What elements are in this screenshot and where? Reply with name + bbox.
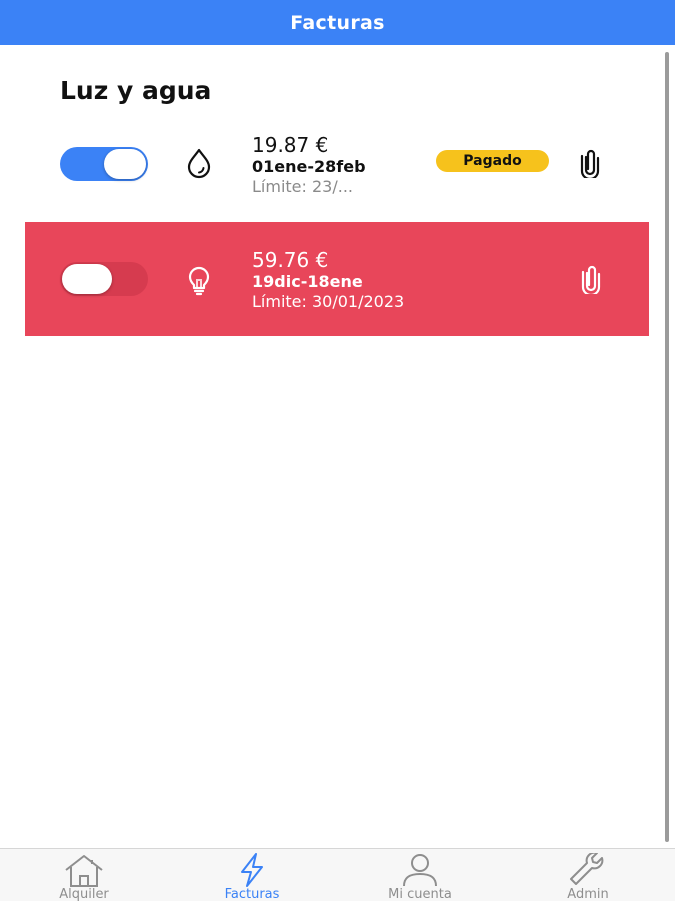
user-icon <box>403 854 437 887</box>
bill-amount: 59.76 € <box>252 248 329 272</box>
bill-due-date: Límite: 23/... <box>252 177 353 196</box>
paid-toggle[interactable] <box>60 262 148 296</box>
tab-alquiler[interactable]: Alquiler <box>0 849 168 902</box>
water-drop-icon <box>187 148 211 179</box>
tab-mi-cuenta[interactable]: Mi cuenta <box>336 849 504 902</box>
bill-info: 59.76 € 19dic-18ene Límite: 30/01/2023 <box>252 248 404 311</box>
bill-row[interactable]: 19.87 € 01ene-28feb Límite: 23/... Pagad… <box>25 127 649 205</box>
status-badge: Pagado <box>436 150 549 172</box>
app-header: Facturas <box>0 0 675 45</box>
toggle-knob <box>104 149 146 179</box>
bill-info: 19.87 € 01ene-28feb Límite: 23/... <box>252 133 366 196</box>
tab-bar: Alquiler Facturas Mi cuenta Admin <box>0 848 675 902</box>
tab-facturas[interactable]: Facturas <box>168 849 336 902</box>
bill-period: 19dic-18ene <box>252 272 363 291</box>
attachment-icon[interactable] <box>577 148 603 178</box>
bill-amount: 19.87 € <box>252 133 329 157</box>
lightning-icon <box>241 853 263 887</box>
wrench-icon <box>570 853 604 885</box>
bill-due-date: Límite: 30/01/2023 <box>252 292 405 311</box>
home-icon <box>65 855 103 887</box>
page-title: Facturas <box>290 11 385 34</box>
toggle-knob <box>62 264 112 294</box>
attachment-icon[interactable] <box>578 264 604 294</box>
section-title: Luz y agua <box>60 76 212 105</box>
bill-period: 01ene-28feb <box>252 157 366 176</box>
tab-admin[interactable]: Admin <box>504 849 672 902</box>
bill-row-unpaid[interactable]: 59.76 € 19dic-18ene Límite: 30/01/2023 <box>25 222 649 336</box>
paid-toggle[interactable] <box>60 147 148 181</box>
lightbulb-icon <box>188 266 210 296</box>
scrollbar[interactable] <box>665 52 669 842</box>
